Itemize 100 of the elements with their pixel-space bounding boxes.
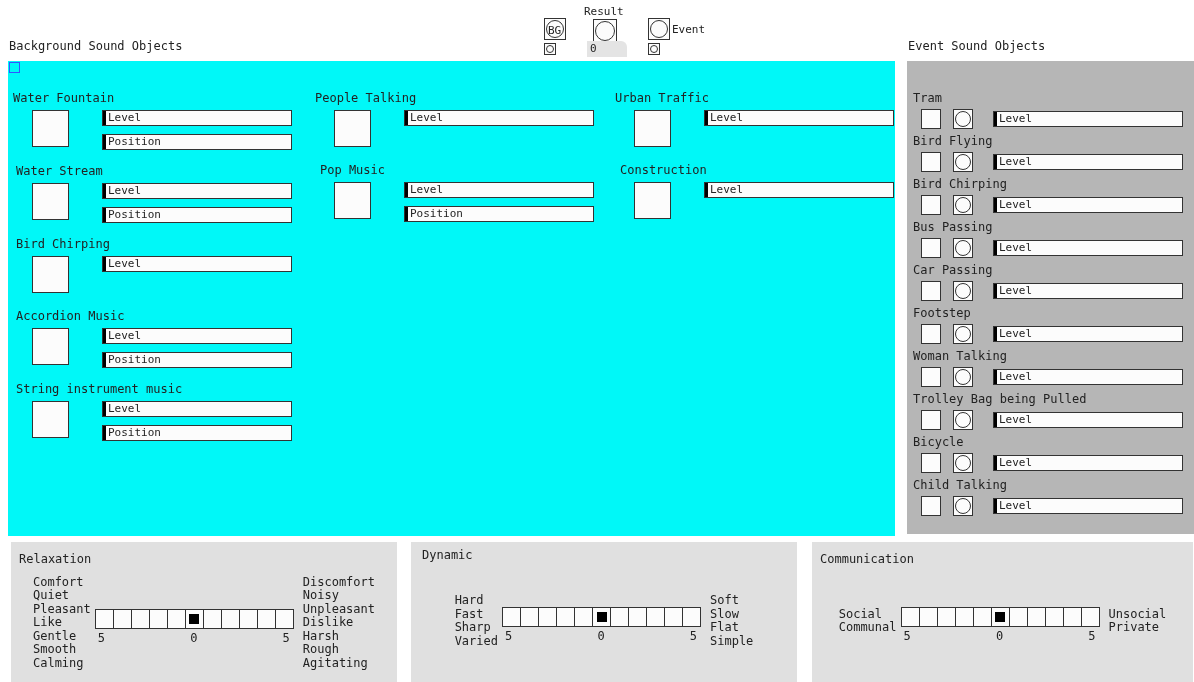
- slider-thumb[interactable]: [994, 112, 997, 126]
- bang-button[interactable]: [953, 453, 973, 473]
- scale-word: Harsh: [302, 629, 340, 643]
- toggle[interactable]: [921, 324, 941, 344]
- slider-thumb[interactable]: [705, 183, 708, 197]
- slider[interactable]: Level: [993, 197, 1183, 213]
- toggle[interactable]: [921, 496, 941, 516]
- slider-thumb[interactable]: [103, 402, 106, 416]
- slider-thumb[interactable]: [103, 329, 106, 343]
- radio-cell[interactable]: [900, 607, 920, 627]
- canvas-handle-icon[interactable]: [9, 62, 20, 73]
- slider[interactable]: Level: [102, 183, 292, 199]
- slider-thumb[interactable]: [103, 111, 106, 125]
- toggle[interactable]: [921, 281, 941, 301]
- toggle[interactable]: [921, 238, 941, 258]
- slider-thumb[interactable]: [103, 353, 106, 367]
- slider-thumb[interactable]: [103, 135, 106, 149]
- bang-button[interactable]: [953, 109, 973, 129]
- slider[interactable]: Position: [102, 352, 292, 368]
- sound-label: Bird Flying: [913, 133, 994, 150]
- slider[interactable]: Level: [993, 154, 1183, 170]
- slider-thumb[interactable]: [994, 370, 997, 384]
- slider-thumb[interactable]: [994, 284, 997, 298]
- bang-button[interactable]: [953, 367, 973, 387]
- slider[interactable]: Level: [993, 326, 1183, 342]
- bang-button[interactable]: [953, 324, 973, 344]
- slider-thumb[interactable]: [994, 198, 997, 212]
- slider[interactable]: Level: [704, 182, 894, 198]
- scale-word: Discomfort: [302, 575, 375, 589]
- slider-thumb[interactable]: [994, 155, 997, 169]
- toggle[interactable]: [921, 109, 941, 129]
- slider[interactable]: Position: [102, 207, 292, 223]
- toggle[interactable]: [921, 195, 941, 215]
- scale-word: Communal: [838, 621, 897, 635]
- bang-button[interactable]: [953, 496, 973, 516]
- bang-button[interactable]: [544, 18, 566, 40]
- toggle[interactable]: [921, 152, 941, 172]
- tick-label: 5: [505, 628, 513, 645]
- toggle[interactable]: [32, 256, 69, 293]
- number-box[interactable]: 0: [587, 41, 627, 57]
- slider-thumb[interactable]: [994, 456, 997, 470]
- toggle[interactable]: [921, 453, 941, 473]
- slider[interactable]: Position: [102, 134, 292, 150]
- toggle[interactable]: [334, 182, 371, 219]
- slider[interactable]: Position: [404, 206, 594, 222]
- bang-button[interactable]: [953, 238, 973, 258]
- bang-button[interactable]: [953, 410, 973, 430]
- bang-button[interactable]: [593, 19, 617, 43]
- sound-label: Water Fountain: [13, 90, 116, 107]
- slider[interactable]: Level: [404, 110, 594, 126]
- slider-thumb[interactable]: [994, 327, 997, 341]
- toggle[interactable]: [634, 182, 671, 219]
- slider[interactable]: Level: [102, 110, 292, 126]
- sound-label: Trolley Bag being Pulled: [913, 391, 1088, 408]
- toggle[interactable]: [32, 328, 69, 365]
- slider[interactable]: Level: [993, 369, 1183, 385]
- slider-thumb[interactable]: [103, 208, 106, 222]
- slider[interactable]: Level: [993, 283, 1183, 299]
- tick-label: 5: [97, 630, 105, 647]
- slider[interactable]: Level: [993, 240, 1183, 256]
- toggle[interactable]: [921, 410, 941, 430]
- sound-label: Bird Chirping: [16, 236, 111, 253]
- slider[interactable]: Level: [993, 412, 1183, 428]
- slider-thumb[interactable]: [103, 184, 106, 198]
- slider-thumb[interactable]: [405, 111, 408, 125]
- bang-button[interactable]: [648, 43, 660, 55]
- bang-button[interactable]: [544, 43, 556, 55]
- scale-word: Like: [32, 616, 63, 630]
- toggle[interactable]: [32, 110, 69, 147]
- toggle[interactable]: [634, 110, 671, 147]
- slider[interactable]: Level: [404, 182, 594, 198]
- slider[interactable]: Level: [993, 111, 1183, 127]
- slider-thumb[interactable]: [103, 426, 106, 440]
- bang-button[interactable]: [648, 18, 670, 40]
- bang-button[interactable]: [953, 281, 973, 301]
- toggle[interactable]: [334, 110, 371, 147]
- slider[interactable]: Level: [993, 455, 1183, 471]
- radio-cell[interactable]: [682, 607, 701, 627]
- slider[interactable]: Level: [102, 401, 292, 417]
- slider-thumb[interactable]: [994, 499, 997, 513]
- slider[interactable]: Level: [102, 256, 292, 272]
- slider-thumb[interactable]: [994, 413, 997, 427]
- sound-label: Bus Passing: [913, 219, 994, 236]
- radio-cell[interactable]: [94, 609, 114, 629]
- scale-word: Unsocial: [1108, 607, 1167, 621]
- toggle[interactable]: [921, 367, 941, 387]
- slider[interactable]: Position: [102, 425, 292, 441]
- slider-thumb[interactable]: [405, 207, 408, 221]
- slider-thumb[interactable]: [405, 183, 408, 197]
- sound-label: Water Stream: [16, 163, 104, 180]
- slider-thumb[interactable]: [103, 257, 106, 271]
- slider[interactable]: Level: [993, 498, 1183, 514]
- slider-thumb[interactable]: [994, 241, 997, 255]
- slider-thumb[interactable]: [705, 111, 708, 125]
- slider[interactable]: Level: [704, 110, 894, 126]
- bang-button[interactable]: [953, 152, 973, 172]
- toggle[interactable]: [32, 183, 69, 220]
- toggle[interactable]: [32, 401, 69, 438]
- slider[interactable]: Level: [102, 328, 292, 344]
- bang-button[interactable]: [953, 195, 973, 215]
